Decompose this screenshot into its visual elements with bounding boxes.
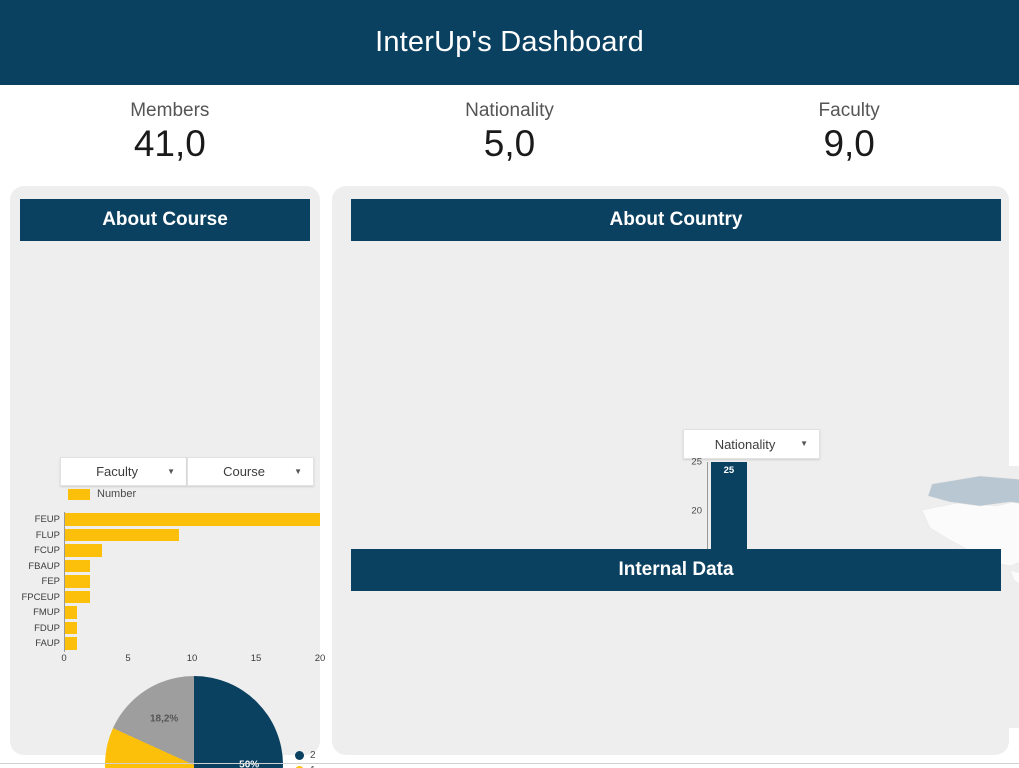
faculty-bar-x-tick: 20 xyxy=(314,653,326,664)
kpi-faculty: Faculty 9,0 xyxy=(679,85,1019,182)
pie-legend-label: 2 xyxy=(310,750,316,761)
faculty-bar-row: FEP xyxy=(20,574,320,590)
faculty-bar-row-label: FMUP xyxy=(33,607,60,618)
faculty-bar-track xyxy=(64,543,320,559)
chevron-down-icon: ▼ xyxy=(800,439,808,448)
faculty-bar-row-label: FBAUP xyxy=(28,560,60,572)
page-title: InterUp's Dashboard xyxy=(375,26,644,58)
faculty-bar-x-axis: 0 5 10 15 20 xyxy=(61,653,325,667)
faculty-bar-row-label: FEUP xyxy=(34,514,60,525)
faculty-bar-row-label: FAUP xyxy=(35,638,60,649)
faculty-bar-fill[interactable] xyxy=(64,544,103,557)
faculty-bar-row: FEUP xyxy=(20,512,320,528)
kpi-members-label: Members xyxy=(130,100,210,121)
faculty-bar-rows: FEUP FLUP FCUP FBAUP FEP FPCEUP FMUP FDUP FAUP xyxy=(20,512,320,652)
faculty-bar-x-tick: 15 xyxy=(250,653,262,664)
panel-internal-data-title: Internal Data xyxy=(618,559,734,580)
pie-legend-label: 1 xyxy=(310,765,316,768)
nationality-bar-value-label: 25 xyxy=(723,465,735,476)
app-header: InterUp's Dashboard xyxy=(0,0,1019,85)
faculty-bar-track xyxy=(64,590,320,606)
faculty-bar-track xyxy=(64,621,320,637)
course-year-pie-chart xyxy=(105,676,283,768)
faculty-bar-row: FBAUP xyxy=(20,559,320,575)
faculty-bar-row: FMUP xyxy=(20,605,320,621)
faculty-bar-fill[interactable] xyxy=(64,590,90,603)
faculty-bar-fill[interactable] xyxy=(64,575,90,588)
faculty-bar-legend: Number xyxy=(68,488,136,500)
panel-about-course-title: About Course xyxy=(102,209,228,230)
faculty-bar-axis-line xyxy=(64,512,65,652)
faculty-bar-fill[interactable] xyxy=(64,637,77,650)
faculty-bar-row: FDUP xyxy=(20,621,320,637)
faculty-bar-fill[interactable] xyxy=(64,559,90,572)
dashboard-page: InterUp's Dashboard Members 41,0 Nationa… xyxy=(0,0,1019,768)
faculty-bar-row-label: FDUP xyxy=(34,622,60,634)
panel-about-course: About Course Faculty ▼ Course ▼ Number F… xyxy=(10,186,325,768)
filter-course-dropdown[interactable]: Course ▼ xyxy=(187,457,314,486)
faculty-bar-row-label: FLUP xyxy=(35,529,60,541)
panel-about-country: About Country Nationality ▼ 0510152025 2… xyxy=(332,186,1019,755)
faculty-bar-row: FCUP xyxy=(20,543,320,559)
panel-about-course-header: About Course xyxy=(20,199,310,241)
faculty-bar-fill[interactable] xyxy=(64,606,77,619)
faculty-bar-row-label: FEP xyxy=(41,576,60,587)
faculty-bar-track xyxy=(64,559,320,575)
faculty-bar-track xyxy=(64,512,320,528)
kpi-nationality-label: Nationality xyxy=(465,100,554,121)
faculty-bar-track xyxy=(64,636,320,652)
faculty-bar-x-tick: 10 xyxy=(186,653,198,664)
faculty-bar-fill[interactable] xyxy=(64,621,77,634)
legend-swatch-number xyxy=(68,488,90,500)
faculty-bar-track xyxy=(64,574,320,590)
pie-legend-item[interactable]: 2 xyxy=(295,750,316,762)
kpi-faculty-label: Faculty xyxy=(818,100,880,121)
kpi-nationality-value: 5,0 xyxy=(483,122,536,164)
faculty-bar-track xyxy=(64,528,320,544)
course-year-pie-legend: 213 xyxy=(295,750,316,768)
faculty-bar-row: FAUP xyxy=(20,636,320,652)
kpi-faculty-value: 9,0 xyxy=(823,122,875,164)
faculty-bar-x-tick: 0 xyxy=(61,653,67,664)
panel-internal-data: Internal Data xyxy=(351,549,1001,741)
nationality-bar-y-tick: 20 xyxy=(691,505,702,517)
filter-course-label: Course xyxy=(223,464,265,479)
faculty-bar-fill[interactable] xyxy=(64,513,320,526)
faculty-bar-row: FLUP xyxy=(20,528,320,544)
filter-nationality-label: Nationality xyxy=(714,436,776,452)
pie-legend-item[interactable]: 1 xyxy=(295,765,316,768)
faculty-bar-chart: FEUP FLUP FCUP FBAUP FEP FPCEUP FMUP FDUP FAUP 0… xyxy=(20,512,325,668)
faculty-bar-fill[interactable] xyxy=(64,528,180,541)
pie-legend-swatch xyxy=(295,751,304,760)
chevron-down-icon: ▼ xyxy=(167,466,175,476)
legend-label-number: Number xyxy=(97,488,137,500)
panel-about-country-title: About Country xyxy=(609,209,743,230)
faculty-bar-row-label: FCUP xyxy=(34,545,60,556)
page-bottom-divider xyxy=(0,763,1019,764)
kpi-members-value: 41,0 xyxy=(133,122,206,164)
filter-faculty-label: Faculty xyxy=(96,464,138,479)
kpi-row: Members 41,0 Nationality 5,0 Faculty 9,0 xyxy=(0,85,1019,182)
chevron-down-icon: ▼ xyxy=(294,466,302,476)
kpi-nationality: Nationality 5,0 xyxy=(340,85,680,182)
faculty-bar-row-label: FPCEUP xyxy=(21,591,60,603)
panel-about-country-header: About Country xyxy=(351,199,1001,241)
nationality-bar-y-tick: 25 xyxy=(691,456,702,468)
faculty-bar-x-tick: 5 xyxy=(125,653,131,664)
panel-internal-data-header: Internal Data xyxy=(351,549,1001,591)
filter-faculty-dropdown[interactable]: Faculty ▼ xyxy=(60,457,187,486)
faculty-bar-row: FPCEUP xyxy=(20,590,320,606)
faculty-bar-track xyxy=(64,605,320,621)
kpi-members: Members 41,0 xyxy=(0,85,340,182)
filter-nationality-dropdown[interactable]: Nationality ▼ xyxy=(683,429,820,459)
